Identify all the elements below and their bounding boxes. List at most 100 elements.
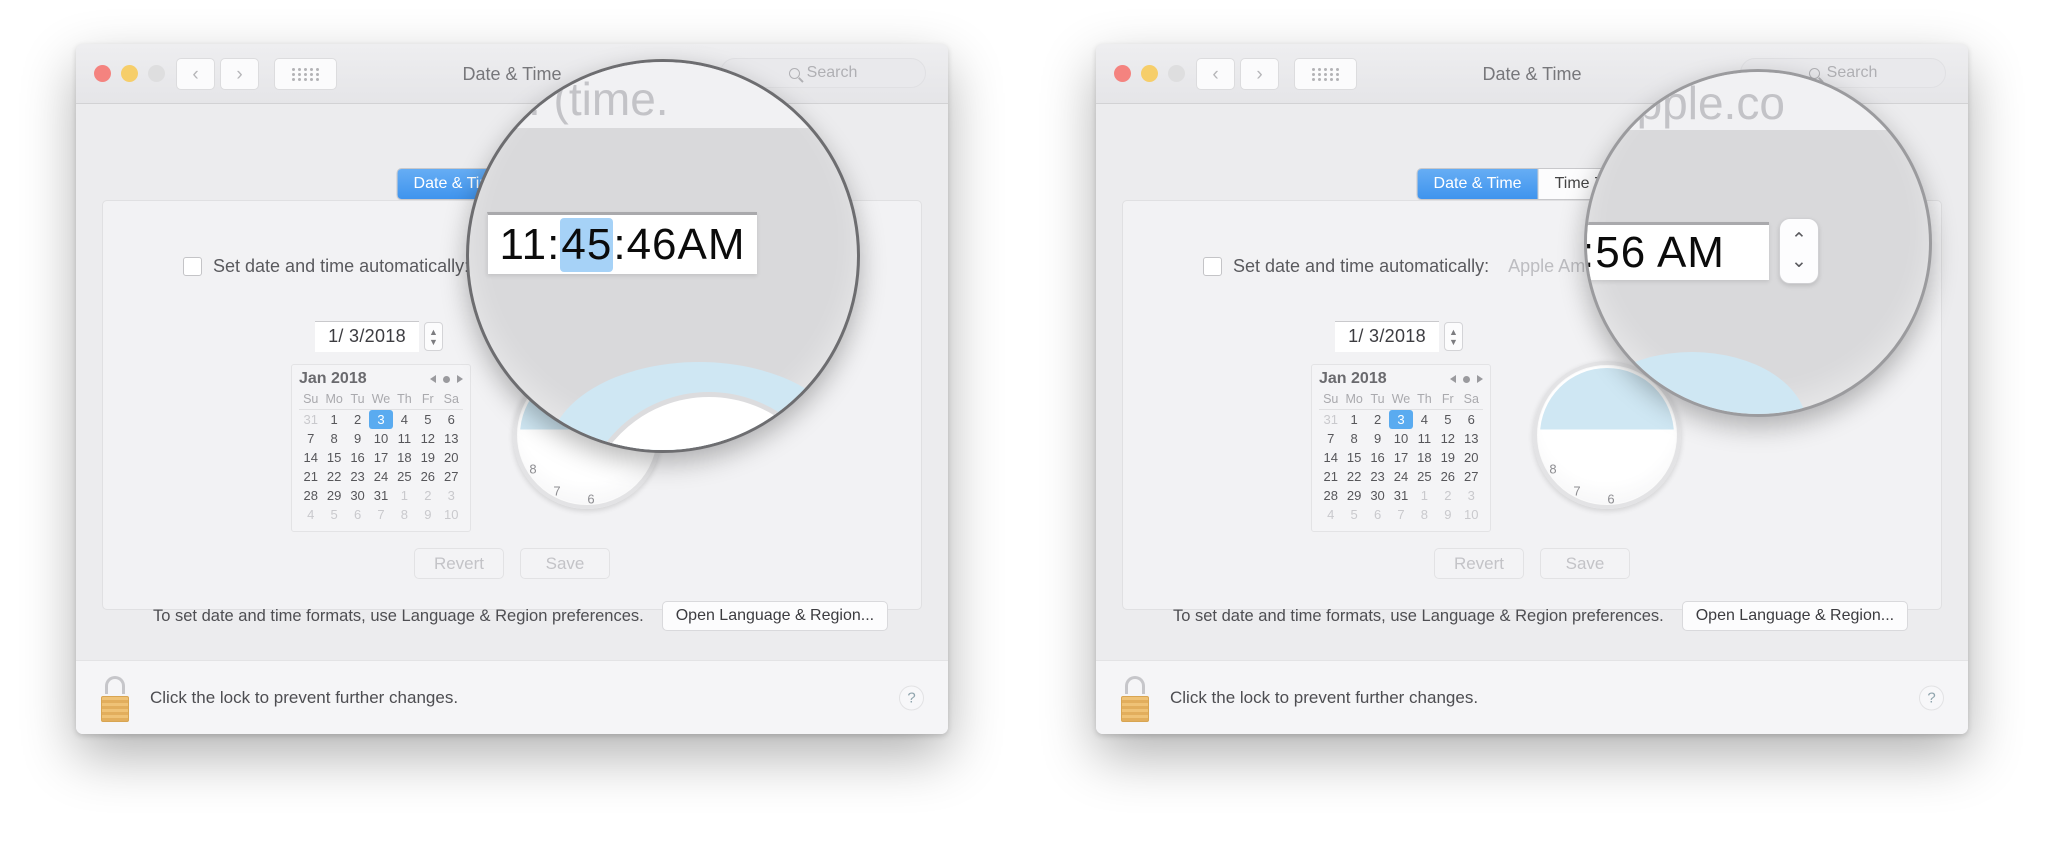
save-button[interactable]: Save [1540,548,1630,579]
calendar-day-cell[interactable]: 3 [440,486,463,505]
stepper-up-icon[interactable]: ▲ [1449,327,1458,336]
calendar-day-cell[interactable]: 16 [1366,448,1389,467]
calendar-day-cell[interactable]: 29 [1342,486,1365,505]
calendar-day-cell[interactable]: 6 [346,505,369,524]
calendar-day-cell[interactable]: 9 [1366,429,1389,448]
calendar-day-cell[interactable]: 19 [1436,448,1459,467]
calendar-day-cell[interactable]: 20 [1460,448,1483,467]
today-dot-icon[interactable] [443,375,450,383]
calendar-day-cell[interactable]: 28 [1319,486,1342,505]
calendar-day-cell[interactable]: 15 [1342,448,1365,467]
date-input[interactable]: 1/ 3/2018 [1335,321,1439,352]
calendar-day-cell[interactable]: 18 [1413,448,1436,467]
calendar-day-cell[interactable]: 2 [416,486,439,505]
calendar-day-cell[interactable]: 31 [1319,410,1342,430]
revert-button[interactable]: Revert [414,548,504,579]
calendar-day-cell[interactable]: 3 [1389,409,1413,429]
stepper-down-icon[interactable]: ⌄ [1791,252,1807,271]
calendar-day-cell[interactable]: 26 [1436,467,1459,486]
date-stepper[interactable]: ▲ ▼ [424,322,443,351]
calendar-day-cell[interactable]: 5 [1436,410,1459,430]
calendar-day-cell[interactable]: 29 [322,486,345,505]
calendar-day-cell[interactable]: 17 [369,448,392,467]
stepper-down-icon[interactable]: ▼ [429,337,438,346]
calendar-day-cell[interactable]: 9 [416,505,439,524]
prev-month-arrow-icon[interactable] [1450,375,1456,383]
calendar-day-cell[interactable]: 11 [393,429,416,448]
stepper-up-icon[interactable]: ⌃ [1791,231,1807,250]
calendar-day-cell[interactable]: 31 [1389,486,1412,505]
calendar-day-cell[interactable]: 8 [1413,505,1436,524]
calendar-day-cell[interactable]: 22 [1342,467,1365,486]
calendar-day-cell[interactable]: 4 [393,410,416,430]
calendar-day-cell[interactable]: 27 [1460,467,1483,486]
calendar-day-cell[interactable]: 8 [393,505,416,524]
auto-set-checkbox[interactable] [1203,257,1222,276]
next-month-arrow-icon[interactable] [1477,375,1483,383]
calendar-right[interactable]: Jan 2018 Su Mo Tu We Th Fr Sa 31 1 2 3 4… [1311,364,1491,532]
calendar-day-cell[interactable]: 31 [299,410,322,430]
calendar-day-cell[interactable]: 4 [299,505,322,524]
magnified-time-field[interactable]: :56 AM [1587,222,1769,280]
calendar-day-cell[interactable]: 1 [393,486,416,505]
calendar-day-cell[interactable]: 7 [369,505,392,524]
auto-set-checkbox[interactable] [183,257,202,276]
calendar-day-cell[interactable]: 21 [1319,467,1342,486]
calendar-day-cell[interactable]: 24 [1389,467,1412,486]
calendar-day-cell[interactable]: 14 [299,448,322,467]
calendar-day-cell[interactable]: 24 [369,467,392,486]
magnified-time-stepper[interactable]: ⌃ ⌄ [1779,218,1819,284]
calendar-day-cell[interactable]: 27 [440,467,463,486]
calendar-day-cell[interactable]: 11 [1413,429,1436,448]
calendar-day-cell[interactable]: 7 [1319,429,1342,448]
calendar-day-cell[interactable]: 5 [322,505,345,524]
calendar-day-cell[interactable]: 10 [1389,429,1412,448]
calendar-day-cell[interactable]: 19 [416,448,439,467]
today-dot-icon[interactable] [1463,375,1470,383]
calendar-day-cell[interactable]: 16 [346,448,369,467]
calendar-day-cell[interactable]: 22 [322,467,345,486]
calendar-day-cell[interactable]: 26 [416,467,439,486]
calendar-day-cell[interactable]: 23 [1366,467,1389,486]
calendar-day-cell[interactable]: 10 [440,505,463,524]
calendar-day-cell[interactable]: 28 [299,486,322,505]
calendar-day-cell[interactable]: 7 [299,429,322,448]
calendar-day-cell[interactable]: 31 [369,486,392,505]
calendar-day-cell[interactable]: 4 [1319,505,1342,524]
calendar-day-cell[interactable]: 8 [1342,429,1365,448]
save-button[interactable]: Save [520,548,610,579]
calendar-day-cell[interactable]: 9 [1436,505,1459,524]
calendar-day-cell[interactable]: 6 [440,410,463,430]
calendar-day-cell[interactable]: 23 [346,467,369,486]
tab-date-time[interactable]: Date & Time [1417,169,1538,199]
next-month-arrow-icon[interactable] [457,375,463,383]
stepper-down-icon[interactable]: ▼ [1449,337,1458,346]
help-button[interactable]: ? [899,685,924,710]
calendar-day-cell[interactable]: 5 [416,410,439,430]
calendar-day-cell[interactable]: 20 [440,448,463,467]
calendar-day-cell[interactable]: 25 [1413,467,1436,486]
lock-button[interactable] [1114,674,1156,722]
calendar-day-cell[interactable]: 12 [416,429,439,448]
help-button[interactable]: ? [1919,685,1944,710]
calendar-day-cell[interactable]: 13 [1460,429,1483,448]
calendar-day-cell[interactable]: 4 [1413,410,1436,430]
calendar-left[interactable]: Jan 2018 Su Mo Tu We Th Fr Sa 31 1 2 3 4… [291,364,471,532]
time-server-value[interactable]: Apple Am [1508,256,1585,277]
calendar-day-cell[interactable]: 2 [1436,486,1459,505]
calendar-day-cell[interactable]: 6 [1366,505,1389,524]
calendar-day-cell[interactable]: 30 [346,486,369,505]
date-stepper[interactable]: ▲ ▼ [1444,322,1463,351]
stepper-up-icon[interactable]: ▲ [429,327,438,336]
calendar-day-cell[interactable]: 9 [346,429,369,448]
date-input[interactable]: 1/ 3/2018 [315,321,419,352]
date-stepper-field-left[interactable]: 1/ 3/2018 ▲ ▼ [315,321,443,352]
time-minutes-selected[interactable]: 45 [560,217,614,272]
calendar-day-cell[interactable]: 10 [369,429,392,448]
date-stepper-field-right[interactable]: 1/ 3/2018 ▲ ▼ [1335,321,1463,352]
calendar-day-cell[interactable]: 10 [1460,505,1483,524]
magnified-time-field[interactable]: 11:45:46 AM [487,212,757,274]
calendar-day-cell[interactable]: 2 [1366,410,1389,430]
open-language-region-button[interactable]: Open Language & Region... [1681,601,1909,631]
calendar-day-cell[interactable]: 2 [346,410,369,430]
